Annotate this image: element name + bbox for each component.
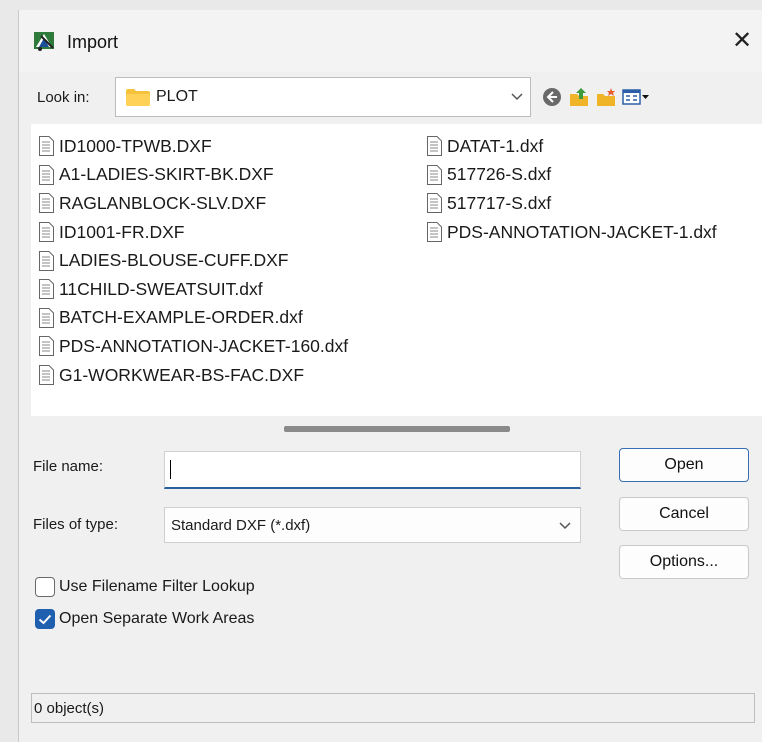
look-in-value: PLOT [156,88,198,105]
file-list[interactable]: ID1000-TPWB.DXF A1-LADIES-SKIRT-BK.DXF R… [31,124,762,416]
document-icon [39,136,54,157]
document-icon [427,193,442,214]
back-icon[interactable] [541,86,563,108]
file-list-column-2: DATAT-1.dxf 517726-S.dxf 517717-S.dxf PD… [427,132,717,246]
file-name: LADIES-BLOUSE-CUFF.DXF [59,250,289,271]
list-item[interactable]: DATAT-1.dxf [427,132,717,161]
file-name: ID1001-FR.DXF [59,221,185,242]
file-name: ID1000-TPWB.DXF [59,135,212,156]
list-item[interactable]: A1-LADIES-SKIRT-BK.DXF [39,161,348,190]
document-icon [39,222,54,243]
look-in-dropdown[interactable]: PLOT [115,77,531,117]
list-item[interactable]: ID1001-FR.DXF [39,218,348,247]
file-name: 517726-S.dxf [447,164,552,185]
list-item[interactable]: RAGLANBLOCK-SLV.DXF [39,189,348,218]
document-icon [39,365,54,386]
list-item[interactable]: G1-WORKWEAR-BS-FAC.DXF [39,361,348,390]
list-item[interactable]: PDS-ANNOTATION-JACKET-1.dxf [427,218,717,247]
document-icon [39,279,54,300]
chevron-down-icon [559,522,571,530]
import-dialog: Import ✕ Look in: PLOT ID1000-TPWB.DXF A… [18,10,762,742]
file-name: PDS-ANNOTATION-JACKET-1.dxf [447,221,717,242]
file-name: PDS-ANNOTATION-JACKET-160.dxf [59,335,349,356]
document-icon [427,164,442,185]
document-icon [39,193,54,214]
file-name-input[interactable] [164,451,581,489]
text-caret [170,460,171,479]
new-folder-icon[interactable] [595,86,617,108]
file-list-column-1: ID1000-TPWB.DXF A1-LADIES-SKIRT-BK.DXF R… [39,132,348,389]
list-item[interactable]: BATCH-EXAMPLE-ORDER.dxf [39,304,348,333]
list-item[interactable]: ID1000-TPWB.DXF [39,132,348,161]
document-icon [39,250,54,271]
list-item[interactable]: 11CHILD-SWEATSUIT.dxf [39,275,348,304]
options-button[interactable]: Options... [619,545,749,579]
folder-icon [126,89,150,106]
up-folder-icon[interactable] [568,86,590,108]
status-text: 0 object(s) [34,700,105,717]
filter-lookup-checkbox[interactable] [35,577,55,597]
file-name: 11CHILD-SWEATSUIT.dxf [59,278,263,299]
filter-lookup-label: Use Filename Filter Lookup [59,578,255,595]
status-bar: 0 object(s) [31,693,755,723]
chevron-down-icon [511,93,523,101]
close-button[interactable]: ✕ [729,28,755,54]
file-type-select[interactable]: Standard DXF (*.dxf) [164,507,581,543]
file-name: 517717-S.dxf [447,192,552,213]
separate-work-areas-label: Open Separate Work Areas [59,610,255,627]
document-icon [427,136,442,157]
horizontal-scrollbar-thumb[interactable] [284,426,510,432]
file-name: A1-LADIES-SKIRT-BK.DXF [59,164,274,185]
file-type-value: Standard DXF (*.dxf) [171,517,311,534]
file-name: DATAT-1.dxf [447,135,544,156]
file-name: G1-WORKWEAR-BS-FAC.DXF [59,364,305,385]
document-icon [39,164,54,185]
window-title: Import [67,32,119,52]
separate-work-areas-checkbox[interactable] [35,609,55,629]
list-item[interactable]: PDS-ANNOTATION-JACKET-160.dxf [39,332,348,361]
document-icon [39,336,54,357]
file-type-label: Files of type: [33,516,119,533]
file-name: BATCH-EXAMPLE-ORDER.dxf [59,307,303,328]
list-item[interactable]: 517726-S.dxf [427,161,717,190]
checkmark-icon [38,614,52,625]
document-icon [427,222,442,243]
file-name: RAGLANBLOCK-SLV.DXF [59,192,267,213]
open-button[interactable]: Open [619,448,749,482]
app-logo-icon [34,32,54,51]
document-icon [39,307,54,328]
file-name-label: File name: [33,458,104,475]
cancel-button[interactable]: Cancel [619,497,749,531]
look-in-label: Look in: [37,89,90,106]
title-bar: Import ✕ [19,10,762,72]
list-item[interactable]: LADIES-BLOUSE-CUFF.DXF [39,246,348,275]
view-menu-icon[interactable] [622,86,650,108]
list-item[interactable]: 517717-S.dxf [427,189,717,218]
